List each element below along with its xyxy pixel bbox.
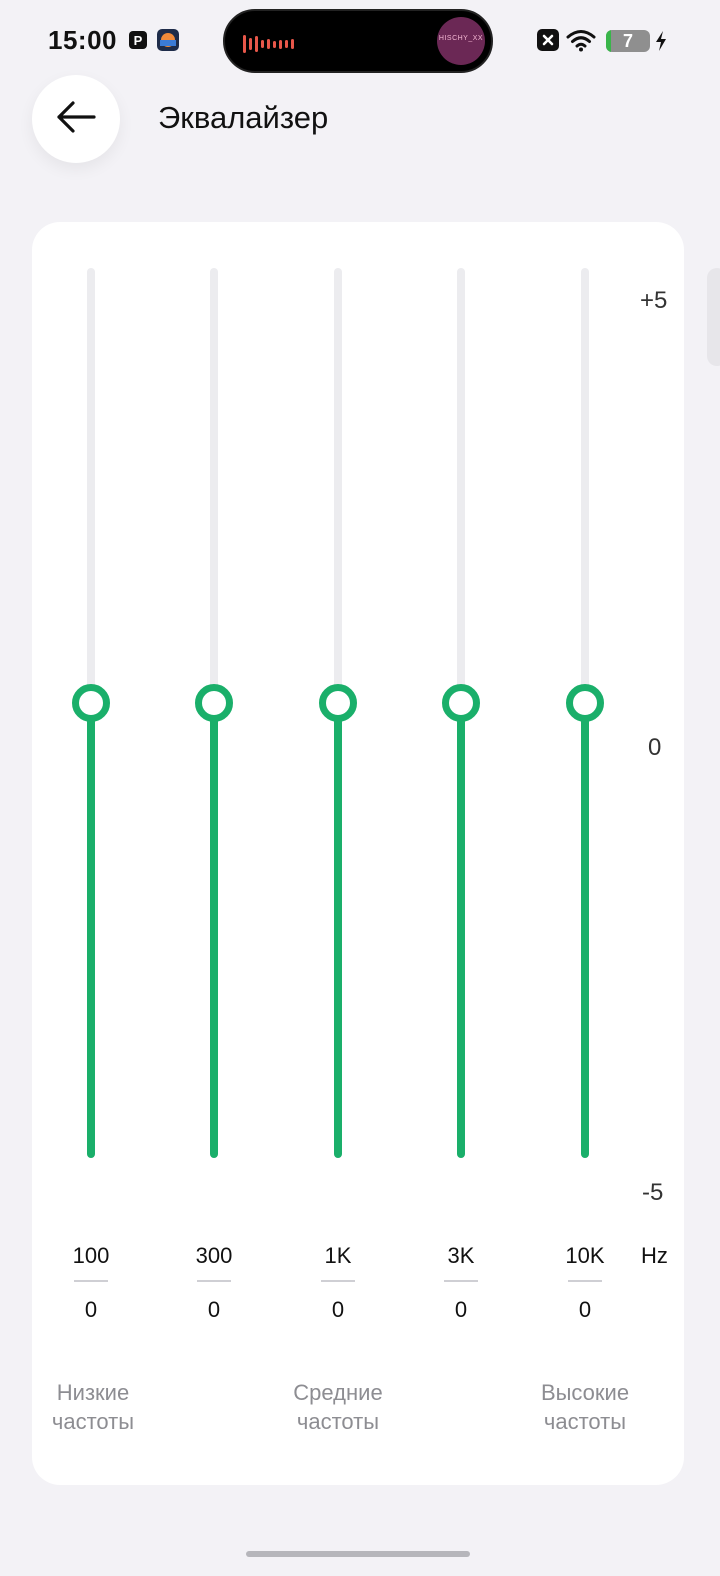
divider [197, 1280, 231, 1282]
divider [74, 1280, 108, 1282]
scale-max-label: +5 [640, 287, 668, 314]
slider-fill [210, 713, 218, 1158]
slider-fill [581, 713, 589, 1158]
close-box-icon [537, 29, 559, 51]
battery-level: 7 [622, 31, 633, 51]
gain-value: 0 [578, 1297, 592, 1322]
slider-knob-3k[interactable] [442, 684, 480, 722]
slider-fill [334, 713, 342, 1158]
page-title: Эквалайзер [158, 100, 329, 135]
band-group-high: Высокие частоты [540, 1380, 630, 1434]
now-playing-artwork: HISCHY_XX [437, 17, 485, 65]
charging-bolt-icon [654, 30, 668, 57]
scroll-handle[interactable] [707, 268, 720, 366]
freq-label: 100 [72, 1243, 110, 1268]
scale-min-label: -5 [642, 1179, 664, 1206]
dynamic-island[interactable]: HISCHY_XX [223, 9, 493, 73]
battery-icon: 7 [606, 30, 650, 52]
gain-value: 0 [331, 1297, 345, 1322]
artwork-label: HISCHY_XX [438, 35, 484, 42]
band-group-mid: Средние частоты [293, 1380, 383, 1434]
status-bar: 15:00 P HISCHY_XX 7 [0, 0, 720, 80]
status-time: 15:00 [48, 25, 117, 55]
freq-label: 10K [565, 1243, 605, 1268]
wifi-icon [566, 28, 596, 57]
audio-wave-icon [243, 35, 294, 53]
gain-value: 0 [207, 1297, 221, 1322]
arrow-left-icon [54, 99, 98, 140]
slider-knob-100[interactable] [72, 684, 110, 722]
parking-icon: P [128, 29, 150, 51]
gain-value: 0 [454, 1297, 468, 1322]
slider-knob-1k[interactable] [319, 684, 357, 722]
gain-value: 0 [84, 1297, 98, 1322]
slider-fill [457, 713, 465, 1158]
divider [444, 1280, 478, 1282]
unit-label: Hz [641, 1243, 668, 1268]
slider-knob-10k[interactable] [566, 684, 604, 722]
slider-knob-300[interactable] [195, 684, 233, 722]
back-button[interactable] [32, 75, 120, 163]
divider [568, 1280, 602, 1282]
freq-label: 1K [324, 1243, 352, 1268]
slider-fill [87, 713, 95, 1158]
freq-label: 300 [195, 1243, 233, 1268]
freq-label: 3K [447, 1243, 475, 1268]
home-indicator[interactable] [246, 1551, 470, 1557]
app-thumbnail-icon [157, 29, 179, 51]
divider [321, 1280, 355, 1282]
band-group-low: Низкие частоты [51, 1380, 135, 1434]
svg-text:P: P [134, 33, 143, 48]
scale-mid-label: 0 [648, 734, 662, 761]
